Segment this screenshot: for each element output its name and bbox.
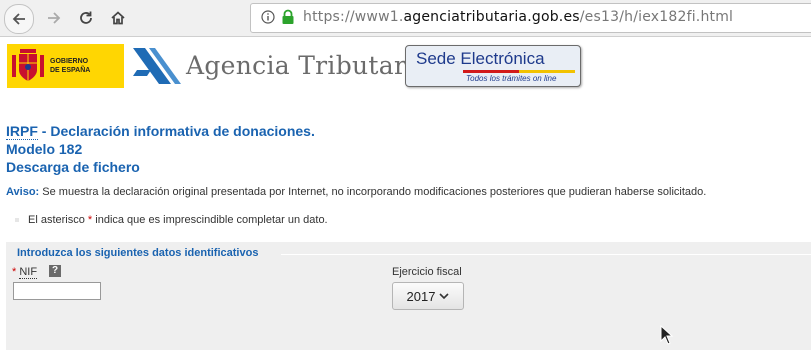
gov-logo-line2: DE ESPAÑA xyxy=(50,67,91,74)
ejercicio-label: Ejercicio fiscal xyxy=(392,266,462,278)
reload-icon xyxy=(80,11,92,24)
coat-of-arms-icon xyxy=(12,49,44,81)
aeat-logo-icon[interactable] xyxy=(131,44,183,88)
url-prefix: https://www1. xyxy=(303,9,404,25)
sede-subtitle: Todos los trámites on line xyxy=(466,74,557,83)
address-bar[interactable]: https://www1.agenciatributaria.gob.es/es… xyxy=(250,3,811,33)
gobierno-espana-logo[interactable]: GOBIERNO DE ESPAÑA xyxy=(7,44,124,88)
page-title-rest: - Declaración informativa de donaciones. xyxy=(37,123,315,139)
sede-title: Sede Electrónica xyxy=(416,49,545,68)
chevron-down-icon xyxy=(439,293,450,300)
info-icon[interactable] xyxy=(261,10,275,24)
url-domain: agenciatributaria.gob.es xyxy=(403,9,580,25)
browser-toolbar: https://www1.agenciatributaria.gob.es/es… xyxy=(0,0,811,37)
back-button[interactable] xyxy=(4,4,34,34)
asterisk-note-pre: El asterisco xyxy=(28,214,88,226)
irpf-abbr: IRPF xyxy=(6,123,38,140)
page-title: IRPF - Declaración informativa de donaci… xyxy=(6,123,315,140)
section-divider xyxy=(281,254,811,255)
nif-help-button[interactable]: ? xyxy=(49,265,61,277)
arrow-right-icon xyxy=(48,12,61,24)
nif-label-text: NIF xyxy=(19,266,38,279)
notice-message: Aviso: Se muestra la declaración origina… xyxy=(6,186,706,198)
arrow-left-icon xyxy=(12,13,25,25)
forward-button[interactable] xyxy=(40,4,68,32)
identification-form: Introduzca los siguientes datos identifi… xyxy=(6,242,811,350)
reload-button[interactable] xyxy=(72,4,100,32)
asterisk-note: El asterisco * indica que es imprescindi… xyxy=(15,214,328,226)
home-icon xyxy=(111,11,125,25)
page-title-download: Descarga de fichero xyxy=(6,159,140,175)
ejercicio-selected-value: 2017 xyxy=(406,288,436,304)
agency-name[interactable]: Agencia Tributaria xyxy=(186,51,430,80)
lock-icon xyxy=(282,9,294,24)
bullet-icon xyxy=(15,218,19,222)
required-mark: * xyxy=(12,266,17,278)
notice-text: Se muestra la declaración original prese… xyxy=(39,186,707,198)
gov-logo-line1: GOBIERNO xyxy=(50,58,89,65)
nif-input[interactable] xyxy=(13,282,101,300)
form-section-title: Introduzca los siguientes datos identifi… xyxy=(17,247,259,259)
sede-electronica-logo[interactable]: Sede Electrónica Todos los trámites on l… xyxy=(405,45,581,87)
home-button[interactable] xyxy=(104,4,132,32)
ejercicio-select[interactable]: 2017 xyxy=(392,282,464,310)
gov-logo-text: GOBIERNO DE ESPAÑA xyxy=(50,57,90,75)
sede-color-bar xyxy=(463,70,575,73)
page-title-model: Modelo 182 xyxy=(6,141,83,157)
asterisk-note-post: indica que es imprescindible completar u… xyxy=(92,214,328,226)
notice-label: Aviso: xyxy=(6,186,40,198)
url-path: /es13/h/iex182fi.html xyxy=(579,9,734,25)
nif-label: * NIF xyxy=(12,266,38,279)
mouse-cursor-icon xyxy=(660,325,674,345)
url-text: https://www1.agenciatributaria.gob.es/es… xyxy=(303,9,733,25)
